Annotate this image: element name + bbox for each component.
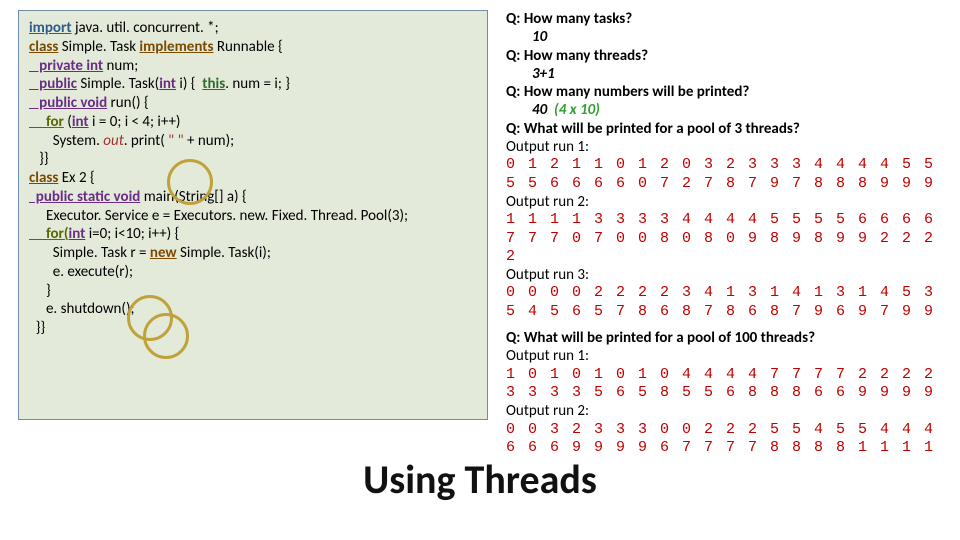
code-text: + num); xyxy=(184,132,235,150)
code-text: main(String[] a) { xyxy=(140,188,246,206)
code-text: i) { xyxy=(176,75,202,93)
code-text: . print( xyxy=(124,132,168,150)
output-run5: 0 0 3 2 3 3 3 0 0 2 2 2 5 5 4 5 5 4 4 4 … xyxy=(506,421,942,458)
code-text: Simple. Task xyxy=(58,38,139,56)
answer-2: 3+1 xyxy=(506,65,942,83)
code-text: run() { xyxy=(107,94,149,112)
kw-import: import xyxy=(29,19,72,37)
code-text: . num = i; } xyxy=(225,75,290,93)
kw-class: class xyxy=(29,38,58,56)
code-text: e. shutdown(); xyxy=(29,300,477,319)
code-text: num; xyxy=(103,57,138,75)
code-text: } xyxy=(29,282,477,301)
question-1: Q: How many tasks? xyxy=(506,10,942,28)
kw-implements: implements xyxy=(139,38,213,56)
kw-public-void: public void xyxy=(29,94,107,112)
kw-for: for( xyxy=(29,225,69,243)
field-out: out xyxy=(103,132,123,150)
output-run1: 0 1 2 1 1 0 1 2 0 3 2 3 3 3 4 4 4 4 5 5 … xyxy=(506,156,942,193)
code-text: }} xyxy=(29,150,477,169)
string-literal: " " xyxy=(168,132,183,150)
question-4: Q: What will be printed for a pool of 3 … xyxy=(506,120,942,138)
kw-this: this xyxy=(202,75,225,93)
kw-int: int xyxy=(159,75,176,93)
kw-public-static-void: public static void xyxy=(29,188,140,206)
slide: import java. util. concurrent. *; class … xyxy=(0,0,960,540)
kw-int: int xyxy=(72,113,89,131)
output-label: Output run 1: xyxy=(506,347,942,365)
kw-public: public xyxy=(29,75,77,93)
code-panel: import java. util. concurrent. *; class … xyxy=(18,10,488,420)
answer-1: 10 xyxy=(506,28,942,46)
code-text: System. xyxy=(29,132,103,150)
kw-private-int: private int xyxy=(29,57,103,75)
output-run4: 1 0 1 0 1 0 1 0 4 4 4 4 7 7 7 7 2 2 2 2 … xyxy=(506,366,942,403)
output-label: Output run 2: xyxy=(506,402,942,420)
code-text: i=0; i<10; i++) { xyxy=(85,225,179,243)
code-text: }} xyxy=(29,319,477,338)
code-text: i = 0; i < 4; i++) xyxy=(89,113,181,131)
question-3: Q: How many numbers will be printed? xyxy=(506,83,942,101)
code-text: Simple. Task(i); xyxy=(177,244,271,262)
kw-for: for xyxy=(29,113,64,131)
code-text: Simple. Task( xyxy=(77,75,159,93)
kw-new: new xyxy=(150,244,177,262)
output-label: Output run 2: xyxy=(506,193,942,211)
output-label: Output run 1: xyxy=(506,138,942,156)
question-2: Q: How many threads? xyxy=(506,47,942,65)
code-text: Ex 2 { xyxy=(58,169,94,187)
code-text: ( xyxy=(64,113,72,131)
kw-int: int xyxy=(69,225,86,243)
question-5: Q: What will be printed for a pool of 10… xyxy=(506,329,942,347)
kw-class: class xyxy=(29,169,58,187)
code-text: Simple. Task r = xyxy=(29,244,150,262)
output-run2: 1 1 1 1 3 3 3 3 4 4 4 4 5 5 5 5 6 6 6 6 … xyxy=(506,211,942,266)
output-label: Output run 3: xyxy=(506,266,942,284)
code-text: Runnable { xyxy=(213,38,282,56)
code-text: e. execute(r); xyxy=(29,263,477,282)
qa-panel: Q: How many tasks? 10 Q: How many thread… xyxy=(506,10,942,457)
output-run3: 0 0 0 0 2 2 2 2 3 4 1 3 1 4 1 3 1 4 5 3 … xyxy=(506,284,942,321)
slide-title: Using Threads xyxy=(0,455,960,504)
answer-3: 40 (4 x 10) xyxy=(506,101,942,119)
code-text: java. util. concurrent. *; xyxy=(72,19,219,37)
two-column-layout: import java. util. concurrent. *; class … xyxy=(18,10,942,457)
code-text: Executor. Service e = Executors. new. Fi… xyxy=(29,207,477,226)
